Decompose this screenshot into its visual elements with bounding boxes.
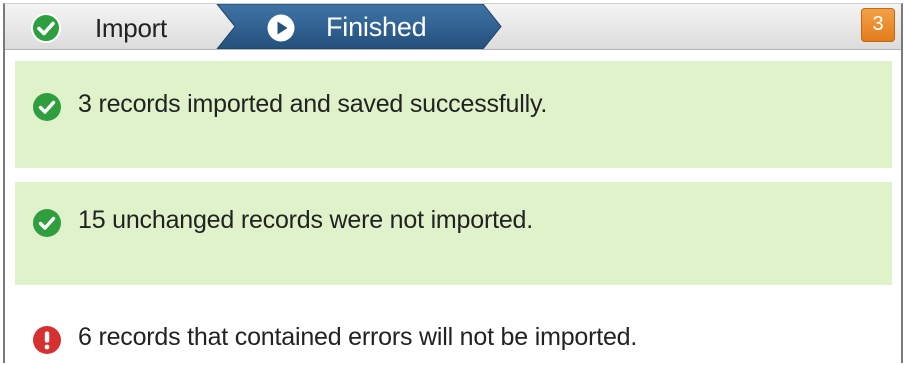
check-circle-icon [32,208,62,243]
notification-badge[interactable]: 3 [861,8,895,42]
play-circle-icon [266,13,296,48]
step-import[interactable]: Import [5,4,255,49]
check-circle-icon [30,12,62,49]
check-circle-icon [32,92,62,127]
message-error-records: 6 records that contained errors will not… [15,304,892,362]
message-text: 6 records that contained errors will not… [78,323,638,351]
import-results-panel: Import Finished 3 3 records imported and… [3,3,903,363]
message-success-unchanged: 15 unchanged records were not imported. [15,182,892,285]
wizard-steps-bar: Import Finished 3 [5,4,901,50]
error-exclamation-icon [32,325,62,360]
message-text: 15 unchanged records were not imported. [78,206,533,234]
message-text: 3 records imported and saved successfull… [78,90,548,118]
step-finished-label: Finished [326,12,427,42]
message-success-imported: 3 records imported and saved successfull… [15,61,892,168]
step-finished[interactable]: Finished [230,4,520,49]
step-import-label: Import [95,13,167,43]
